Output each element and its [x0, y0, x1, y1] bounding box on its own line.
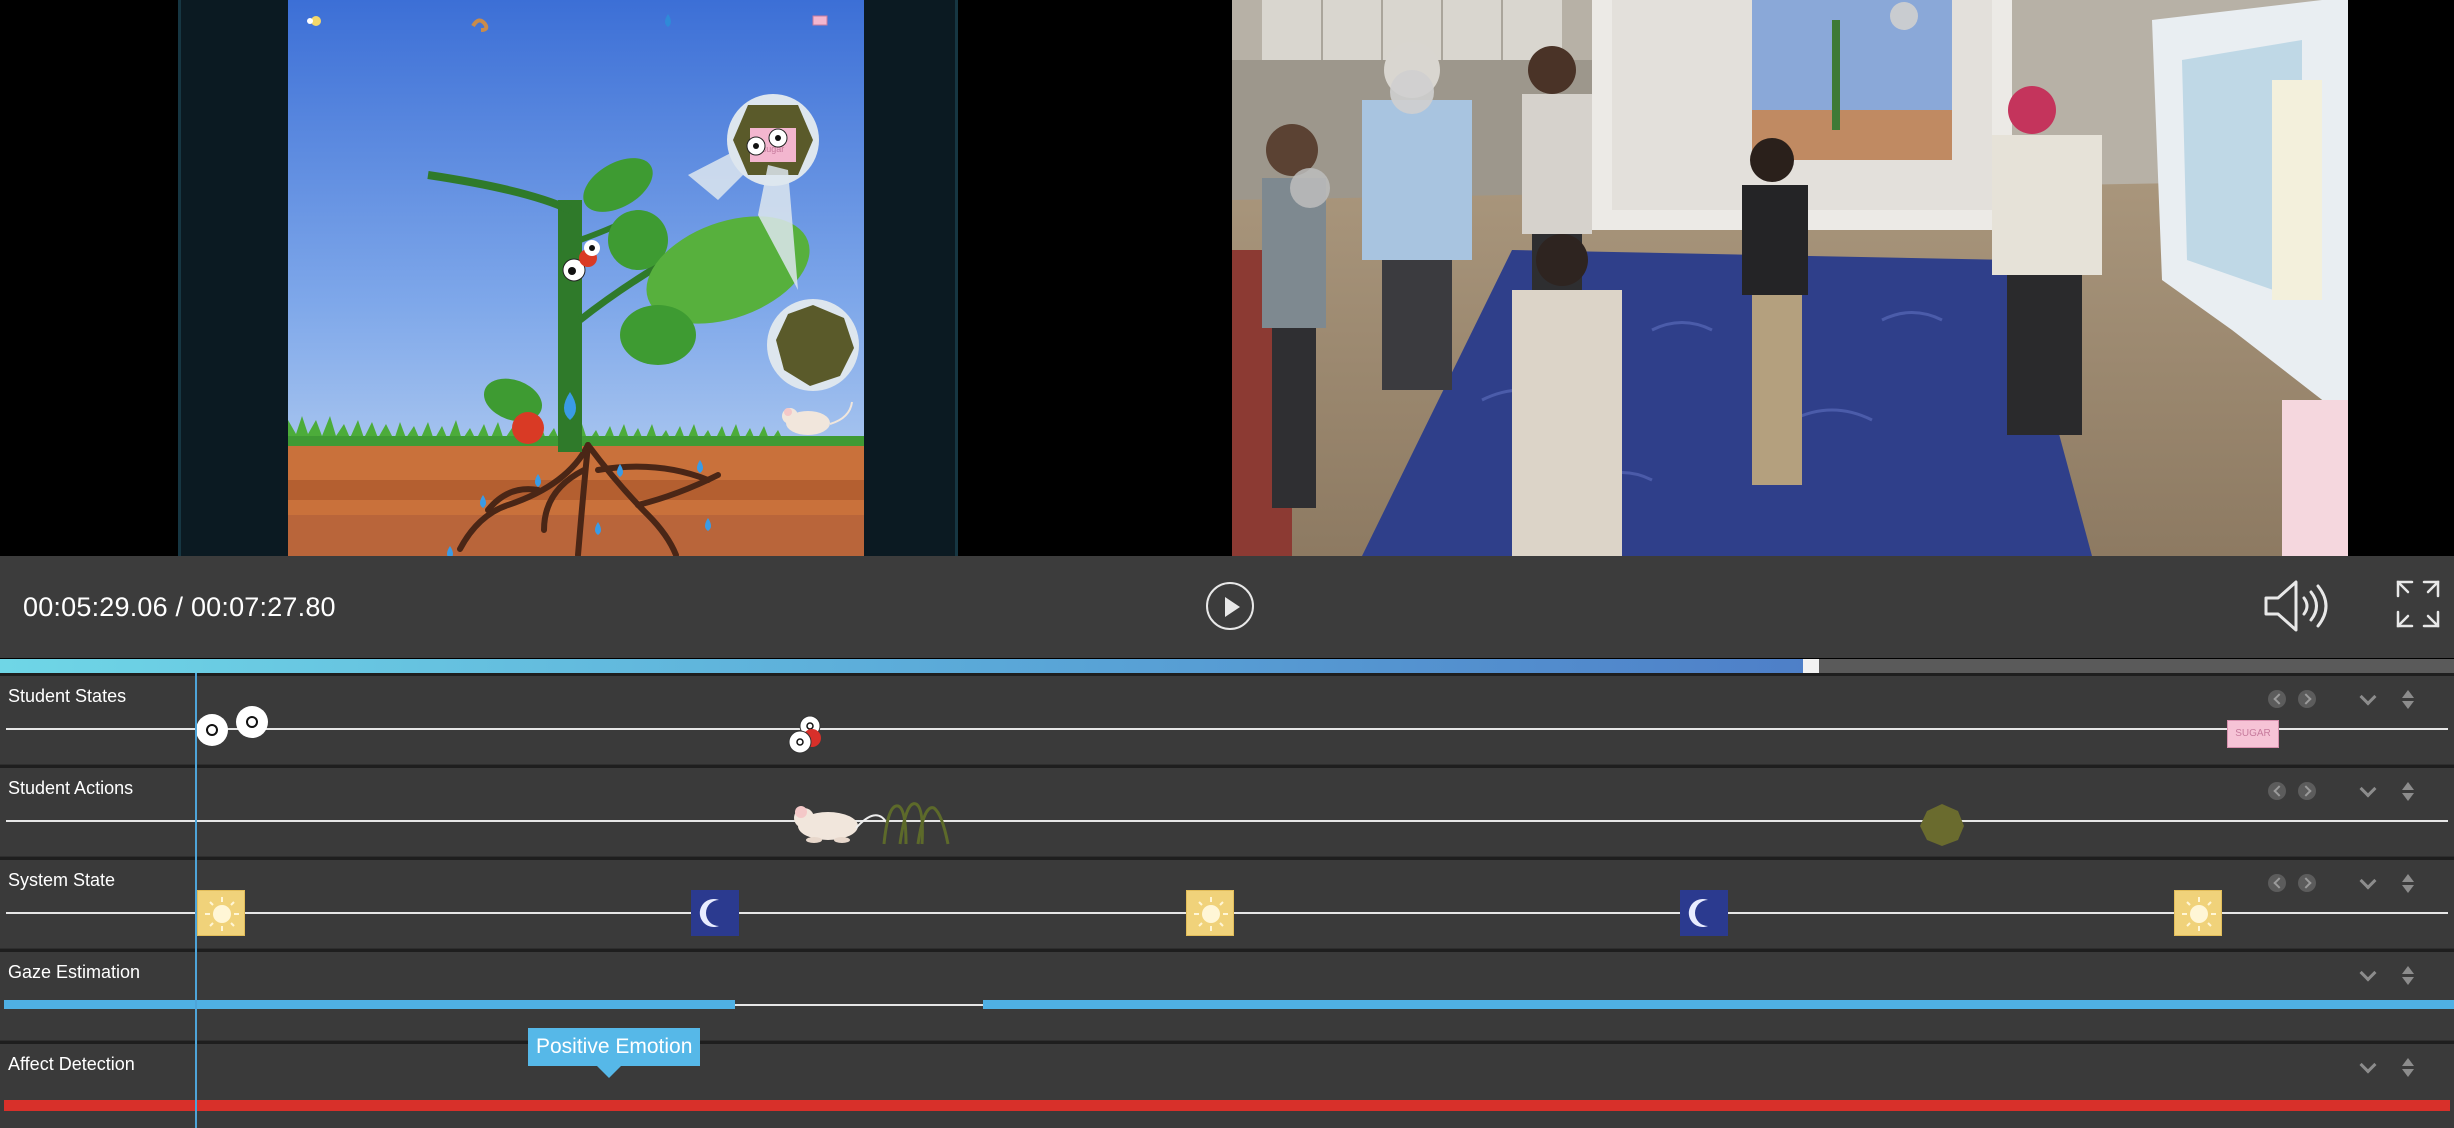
reorder-icon[interactable]	[2400, 690, 2416, 712]
progress-fill	[0, 659, 1806, 673]
day-marker[interactable]	[2174, 890, 2222, 936]
player-controls: 00:05:29.06 / 00:07:27.80	[0, 556, 2454, 658]
plant-simulation-scene: sugar	[288, 0, 864, 556]
video-progress-bar[interactable]	[0, 659, 2454, 673]
simulation-screen: sugar	[288, 0, 864, 556]
track-student-actions: Student Actions	[0, 765, 2454, 856]
track-label: Affect Detection	[8, 1054, 135, 1074]
time-display: 00:05:29.06 / 00:07:27.80	[23, 592, 336, 622]
track-label: Student Actions	[8, 778, 134, 798]
video-annotation-player: sugar 00:05:29.06 / 00:07:27.80 Student …	[0, 0, 2454, 1128]
timeline-line	[6, 820, 2448, 822]
eyes-state-marker[interactable]	[192, 706, 272, 750]
progress-handle[interactable]	[1803, 659, 1820, 673]
gaze-segment[interactable]	[983, 1000, 2454, 1009]
track-affect-detection: Affect Detection	[0, 1041, 2454, 1128]
previous-event-button[interactable]	[2268, 874, 2286, 892]
track-label: Gaze Estimation	[8, 962, 141, 982]
sun-icon	[1194, 897, 1228, 931]
collapse-chevron-icon[interactable]	[2358, 1058, 2378, 1078]
volume-icon	[2264, 580, 2328, 632]
volume-button[interactable]	[2262, 578, 2328, 634]
mouse-action-marker[interactable]	[784, 794, 974, 850]
classroom-scene	[1232, 0, 2348, 556]
sugar-state-marker[interactable]: SUGAR	[2227, 720, 2279, 748]
track-label: Student States	[8, 686, 127, 706]
next-event-button[interactable]	[2298, 782, 2316, 800]
night-marker[interactable]	[691, 890, 739, 936]
moon-icon	[699, 899, 719, 927]
day-marker[interactable]	[197, 890, 245, 936]
collapse-chevron-icon[interactable]	[2358, 874, 2378, 894]
sugar-marker-label: SUGAR	[2235, 728, 2271, 739]
eyes-state-marker[interactable]	[784, 712, 828, 754]
track-system-state: System State	[0, 857, 2454, 948]
simulation-video-pane[interactable]: sugar	[178, 0, 958, 556]
play-icon	[1225, 597, 1240, 617]
track-student-states: Student States SUGAR	[0, 673, 2454, 764]
tomato-icon	[512, 412, 544, 444]
next-event-button[interactable]	[2298, 690, 2316, 708]
fullscreen-button[interactable]	[2394, 578, 2442, 630]
fullscreen-icon	[2396, 580, 2440, 628]
chloroplast-action-marker[interactable]	[1918, 802, 1966, 848]
annotation-tracks: Student States SUGAR Student Actions Sys…	[0, 673, 2454, 1128]
video-area: sugar	[0, 0, 2454, 556]
sun-icon	[205, 897, 239, 931]
track-label: System State	[8, 870, 116, 890]
moon-icon	[1688, 899, 1708, 927]
next-event-button[interactable]	[2298, 874, 2316, 892]
affect-segment[interactable]	[4, 1100, 2450, 1111]
timeline-line	[6, 728, 2448, 730]
collapse-chevron-icon[interactable]	[2358, 690, 2378, 710]
playhead[interactable]	[195, 673, 197, 1128]
sun-icon	[2182, 897, 2216, 931]
reorder-icon[interactable]	[2400, 782, 2416, 804]
classroom-camera-video[interactable]	[1232, 0, 2348, 556]
previous-event-button[interactable]	[2268, 690, 2286, 708]
collapse-chevron-icon[interactable]	[2358, 782, 2378, 802]
track-gaze-estimation: Gaze Estimation	[0, 949, 2454, 1040]
previous-event-button[interactable]	[2268, 782, 2286, 800]
day-marker[interactable]	[1186, 890, 1234, 936]
play-button[interactable]	[1206, 582, 1254, 630]
collapse-chevron-icon[interactable]	[2358, 966, 2378, 986]
affect-tooltip: Positive Emotion	[528, 1028, 701, 1078]
gaze-segment[interactable]	[4, 1000, 735, 1009]
night-marker[interactable]	[1680, 890, 1728, 936]
reorder-icon[interactable]	[2400, 1058, 2416, 1080]
reorder-icon[interactable]	[2400, 966, 2416, 988]
sugar-indicator-icon	[812, 15, 828, 26]
reorder-icon[interactable]	[2400, 874, 2416, 896]
